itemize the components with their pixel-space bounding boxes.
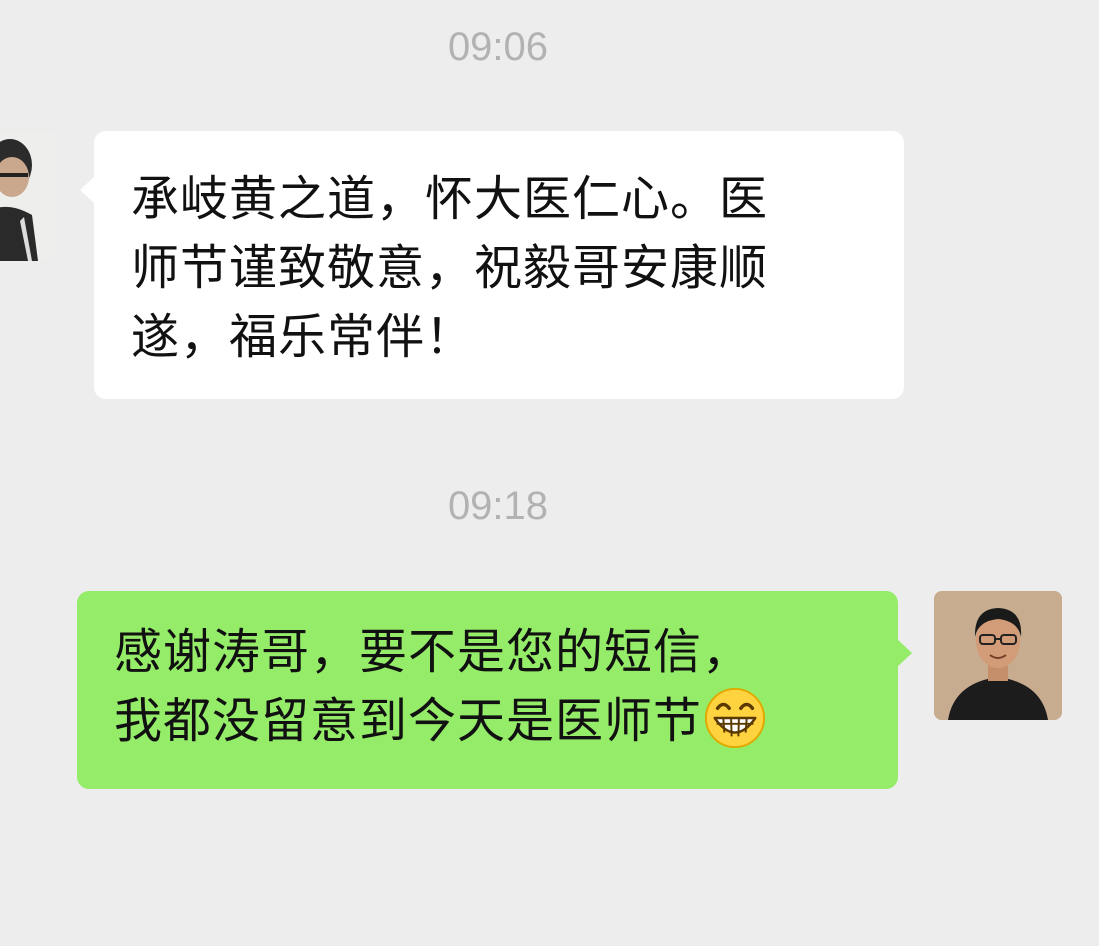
bubble-tail	[80, 176, 95, 204]
message-line-with-emoji: 我都没留意到今天是医师节	[114, 687, 884, 756]
message-line: 承岐黄之道，怀大医仁心。医	[131, 171, 769, 227]
message-line: 师节谨致敬意，祝毅哥安康顺	[131, 240, 769, 296]
message-line: 我都没留意到今天是医师节	[114, 693, 703, 749]
avatar-photo	[0, 131, 56, 261]
grinning-face-icon	[704, 687, 766, 749]
message-line: 遂，福乐常伴！	[131, 309, 475, 365]
received-message-bubble[interactable]: 承岐黄之道，怀大医仁心。医 师节谨致敬意，祝毅哥安康顺 遂，福乐常伴！	[80, 131, 904, 399]
sent-message-text: 感谢涛哥，要不是您的短信， 我都没留意到今天是医师节	[114, 618, 884, 756]
contact-avatar[interactable]	[0, 131, 56, 261]
message-timestamp: 09:06	[447, 25, 549, 69]
message-line: 感谢涛哥，要不是您的短信，	[114, 624, 752, 680]
message-timestamp: 09:18	[447, 484, 549, 528]
bubble-tail	[897, 639, 912, 667]
avatar-photo	[934, 591, 1062, 720]
user-avatar[interactable]	[934, 591, 1062, 720]
received-message-text: 承岐黄之道，怀大医仁心。医 师节谨致敬意，祝毅哥安康顺 遂，福乐常伴！	[131, 165, 876, 372]
sent-message-bubble[interactable]: 感谢涛哥，要不是您的短信， 我都没留意到今天是医师节	[77, 591, 912, 789]
